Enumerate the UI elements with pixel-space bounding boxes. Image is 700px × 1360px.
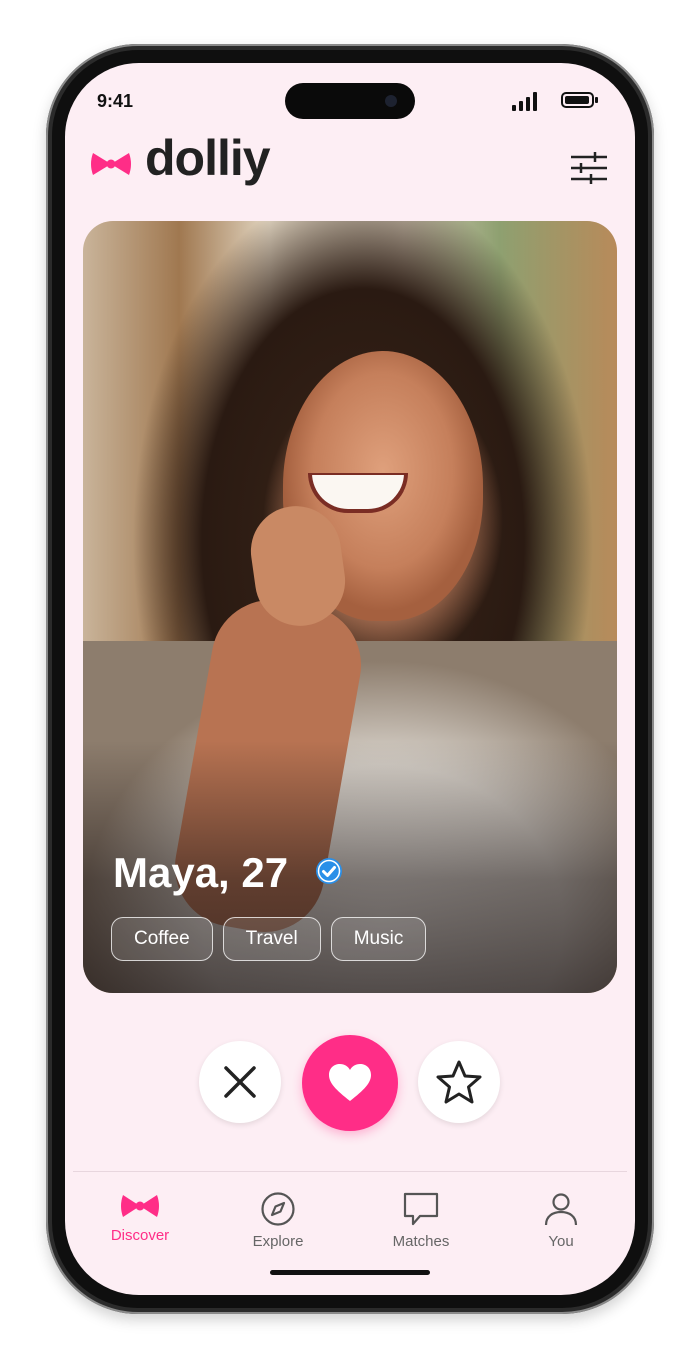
dynamic-island [285, 83, 415, 119]
star-icon [436, 1060, 482, 1104]
interest-tags: Coffee Travel Music [111, 917, 427, 961]
tag-music[interactable]: Music [330, 917, 427, 961]
verified-icon [316, 858, 342, 884]
signal-icon [512, 92, 537, 111]
home-indicator[interactable] [270, 1270, 430, 1275]
tab-bar-divider [73, 1171, 627, 1172]
bow-icon [121, 1195, 159, 1217]
app-screen: 9:41 dolliy Maya, 27 Coffee Travel Music… [65, 63, 635, 1295]
battery-icon [561, 92, 598, 108]
bow-logo-icon [91, 153, 131, 175]
tab-you[interactable]: You [501, 1191, 621, 1250]
tab-discover[interactable]: Discover [80, 1191, 200, 1244]
tab-explore[interactable]: Explore [218, 1191, 338, 1250]
profile-card[interactable]: Maya, 27 Coffee Travel Music [83, 221, 617, 993]
tab-explore-label: Explore [252, 1233, 304, 1250]
status-time: 9:41 [97, 91, 134, 111]
tag-travel[interactable]: Travel [222, 917, 321, 961]
close-icon [224, 1066, 256, 1098]
tab-discover-label: Discover [110, 1227, 170, 1244]
tab-matches[interactable]: Matches [361, 1191, 481, 1250]
like-button[interactable] [302, 1035, 398, 1131]
tag-coffee[interactable]: Coffee [111, 917, 213, 961]
chat-bubble-icon [403, 1192, 439, 1226]
tab-matches-label: Matches [392, 1233, 450, 1250]
tab-you-label: You [548, 1233, 574, 1250]
heart-icon [329, 1064, 371, 1101]
nope-button[interactable] [199, 1041, 281, 1123]
sliders-icon[interactable] [569, 149, 609, 187]
camera-icon [385, 95, 397, 107]
brand-logo: dolliy [145, 130, 271, 186]
compass-icon [261, 1192, 295, 1226]
super-like-button[interactable] [418, 1041, 500, 1123]
profile-name: Maya, 27 [113, 849, 289, 896]
person-icon [544, 1193, 578, 1226]
